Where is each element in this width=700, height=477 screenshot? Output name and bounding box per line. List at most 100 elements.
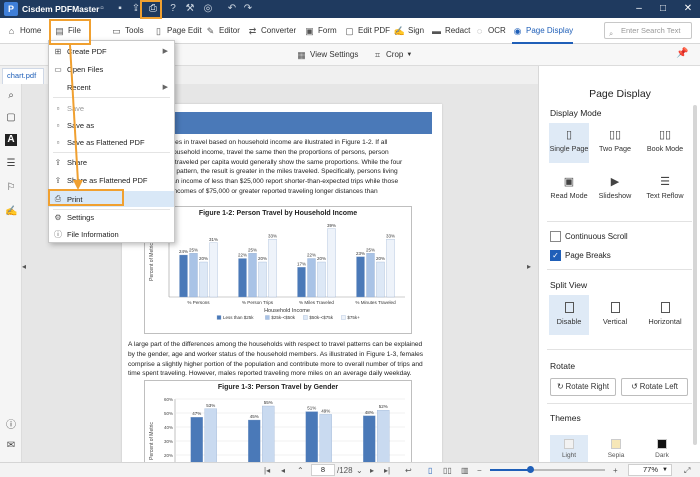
menu-share-flattened[interactable]: ⇪ Share as Flattened PDF	[49, 172, 174, 188]
page-number-input[interactable]: 8	[311, 464, 335, 476]
scroll-view-icon[interactable]: ▥	[461, 465, 469, 476]
redo-icon[interactable]: ↷	[241, 2, 255, 16]
fit-icon[interactable]: ⤢	[684, 465, 690, 476]
menu-save-flattened[interactable]: ▫ Save as Flattened PDF	[49, 134, 174, 150]
list-icon[interactable]: ☰	[5, 158, 17, 170]
panel-divider	[547, 349, 692, 350]
paragraph-2: A large part of the differences among th…	[128, 341, 424, 378]
collapse-left-icon[interactable]: ◂	[22, 262, 26, 271]
x-tick-label: % Persons	[187, 300, 210, 305]
sign-button[interactable]: ✍ Sign	[394, 22, 424, 40]
target-icon[interactable]: ◎	[201, 2, 215, 16]
data-label: 25%	[189, 247, 198, 252]
menu-recent[interactable]: Recent ▶	[49, 79, 174, 95]
scrollbar-thumb[interactable]	[693, 105, 697, 445]
zoom-select[interactable]: 77% ▼	[628, 464, 672, 476]
menu-settings[interactable]: ⚙ Settings	[49, 209, 174, 225]
last-page-icon[interactable]: ▸|	[384, 465, 390, 476]
mode-two-page[interactable]: ▯▯ Two Page	[595, 123, 635, 163]
wrench-icon[interactable]: ⚒	[183, 2, 197, 16]
search-input[interactable]: ⌕ Enter Search Text	[604, 22, 692, 39]
mode-single-page[interactable]: ▯ Single Page	[549, 123, 589, 163]
info-icon[interactable]: ⓘ	[5, 420, 17, 432]
panel-scrollbar[interactable]	[692, 105, 698, 455]
help-icon[interactable]: ?	[166, 2, 180, 16]
edit-pdf-button[interactable]: ▢ Edit PDF	[344, 22, 390, 40]
bookmark-icon[interactable]: ⚐	[5, 182, 17, 194]
form-button[interactable]: ▣ Form	[304, 22, 336, 40]
theme-sepia[interactable]: Sepia	[597, 435, 635, 462]
y-tick-label: 20%	[164, 453, 173, 458]
editor-button[interactable]: ✎ Editor	[205, 22, 240, 40]
panel-divider	[547, 221, 692, 222]
menu-file-information[interactable]: ⓘ File Information	[49, 226, 174, 242]
rotate-right-button[interactable]: ↻ Rotate Right	[550, 378, 616, 396]
split-disable[interactable]: Disable	[549, 295, 589, 335]
split-vertical[interactable]: Vertical	[595, 295, 635, 335]
menu-create-pdf[interactable]: ⊞ Create PDF ▶	[49, 43, 174, 59]
search-icon[interactable]: ⌕	[5, 90, 17, 102]
undo-icon[interactable]: ↶	[225, 2, 239, 16]
crop-button[interactable]: ⌗ Crop ▼	[372, 46, 412, 64]
data-label: 45%	[250, 414, 259, 419]
up-icon[interactable]: ⌃	[297, 465, 304, 476]
rotate-left-button[interactable]: ↺ Rotate Left	[621, 378, 688, 396]
text-icon[interactable]: A	[5, 134, 17, 146]
single-page-view-icon[interactable]: ▯	[428, 465, 432, 476]
menu-save-as[interactable]: ▫ Save as	[49, 117, 174, 133]
mode-slideshow[interactable]: ▶ Slideshow	[595, 170, 635, 210]
chevron-down-icon: ▼	[406, 52, 413, 58]
mode-book[interactable]: ▯▯ Book Mode	[642, 123, 688, 163]
zoom-slider[interactable]	[490, 466, 605, 473]
save-icon[interactable]: ▪	[113, 2, 127, 16]
menu-open-files[interactable]: ▭ Open Files	[49, 61, 174, 77]
eye-icon: ◉	[513, 26, 522, 36]
menu-share[interactable]: ⇪ Share	[49, 154, 174, 170]
close-icon[interactable]: ✕	[676, 0, 700, 18]
mode-text-reflow[interactable]: ☰ Text Reflow	[642, 170, 688, 210]
theme-dark[interactable]: Dark	[643, 435, 681, 462]
thumbnails-icon[interactable]: ▢	[5, 112, 17, 124]
search-icon: ⌕	[609, 29, 614, 38]
down-icon[interactable]: ⌄	[356, 465, 363, 476]
tools-button[interactable]: ▭ Tools	[111, 22, 143, 40]
first-page-icon[interactable]: |◂	[264, 465, 270, 476]
legend-label: Less than $25k	[223, 315, 254, 320]
back-icon[interactable]: ↩	[405, 465, 412, 476]
mode-read[interactable]: ▣ Read Mode	[549, 170, 589, 210]
redact-button[interactable]: ▬ Redact	[431, 22, 470, 40]
zoom-in-icon[interactable]: +	[613, 465, 618, 476]
page-edit-button[interactable]: ▯ Page Edit	[153, 22, 202, 40]
document-tab[interactable]: chart.pdf	[2, 68, 44, 84]
two-page-view-icon[interactable]: ▯▯	[443, 465, 452, 476]
x-axis-label: Household Income	[264, 308, 310, 314]
page-display-button[interactable]: ◉ Page Display	[512, 22, 574, 44]
collapse-right-icon[interactable]: ▸	[527, 262, 531, 271]
minimize-icon[interactable]: –	[627, 0, 651, 18]
new-doc-icon[interactable]: ▫	[95, 2, 109, 16]
y-tick-label: 40%	[164, 425, 173, 430]
feedback-icon[interactable]: ✉	[5, 440, 17, 452]
maximize-icon[interactable]: □	[651, 0, 675, 18]
save-icon: ▫	[56, 103, 60, 113]
bar	[238, 258, 247, 298]
bar	[258, 261, 267, 298]
page-breaks-checkbox[interactable]: ✓ Page Breaks	[550, 250, 611, 261]
prev-page-icon[interactable]: ◂	[281, 465, 285, 476]
view-settings-button[interactable]: ▦ View Settings	[296, 46, 358, 64]
zoom-slider-knob[interactable]	[527, 466, 535, 473]
converter-button[interactable]: ⇄ Converter	[247, 22, 296, 40]
signature-icon[interactable]: ✍	[5, 206, 17, 218]
next-page-icon[interactable]: ▸	[370, 465, 374, 476]
ocr-button[interactable]: ◌ OCR	[474, 22, 506, 40]
print-callout-box	[140, 0, 162, 19]
theme-light[interactable]: Light	[550, 435, 588, 462]
continuous-scroll-checkbox[interactable]: Continuous Scroll	[550, 231, 628, 242]
zoom-out-icon[interactable]: −	[477, 465, 482, 476]
display-mode-label: Display Mode	[550, 108, 602, 118]
pin-icon[interactable]: 📌	[676, 48, 688, 59]
home-button[interactable]: ⌂ Home	[6, 22, 42, 40]
themes-label: Themes	[550, 413, 581, 423]
panel-divider	[547, 403, 692, 404]
split-horizontal[interactable]: Horizontal	[642, 295, 688, 335]
